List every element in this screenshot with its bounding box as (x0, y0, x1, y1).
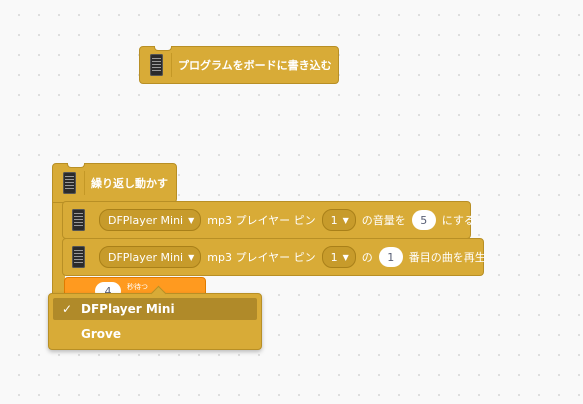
track-input[interactable]: 1 (378, 247, 403, 267)
block-notch (67, 163, 85, 168)
pin-dropdown-value: 1 (330, 213, 338, 227)
board-icon (63, 172, 76, 194)
device-dropdown-value: DFPlayer Mini (108, 213, 184, 227)
device-dropdown[interactable]: DFPlayer Mini ▼ (99, 209, 202, 231)
board-icon (150, 54, 163, 76)
device-dropdown-menu: ✓ DFPlayer Mini Grove (48, 285, 262, 350)
upload-program-label: プログラムをボードに書き込む (178, 59, 332, 72)
wait-label: 秒待つ (127, 283, 148, 291)
divider (84, 171, 85, 195)
device-dropdown[interactable]: DFPlayer Mini ▼ (99, 246, 202, 268)
mp3-volume-block[interactable]: DFPlayer Mini ▼ mp3 プレイヤー ピン 1 ▼ の音量を 5 … (62, 201, 475, 239)
divider (171, 53, 172, 77)
volume-input[interactable]: 5 (411, 210, 436, 230)
device-dropdown-value: DFPlayer Mini (108, 250, 184, 264)
mp3-pin-label: mp3 プレイヤー ピン (207, 214, 316, 227)
menu-item-grove[interactable]: Grove (53, 323, 257, 345)
volume-suffix-label: にする (441, 214, 475, 227)
upload-program-block[interactable]: プログラムをボードに書き込む (139, 46, 339, 84)
track-label: の (361, 251, 373, 264)
mp3-play-block[interactable]: DFPlayer Mini ▼ mp3 プレイヤー ピン 1 ▼ の 1 番目の… (62, 238, 486, 276)
board-icon (72, 209, 85, 231)
menu-item-dfplayer-mini[interactable]: ✓ DFPlayer Mini (53, 298, 257, 320)
volume-label: の音量を (361, 214, 406, 227)
loop-forever-label: 繰り返し動かす (91, 177, 168, 190)
menu-item-label: DFPlayer Mini (81, 302, 175, 316)
block-notch (154, 46, 172, 51)
pin-dropdown[interactable]: 1 ▼ (321, 246, 356, 268)
pin-dropdown[interactable]: 1 ▼ (321, 209, 356, 231)
caret-down-icon: ▼ (188, 215, 195, 225)
menu-item-label: Grove (81, 327, 121, 341)
pin-dropdown-value: 1 (330, 250, 338, 264)
board-icon (72, 246, 85, 268)
caret-down-icon: ▼ (342, 215, 349, 225)
mp3-pin-label: mp3 プレイヤー ピン (207, 251, 316, 264)
caret-down-icon: ▼ (342, 252, 349, 262)
caret-down-icon: ▼ (188, 252, 195, 262)
play-suffix-label: 番目の曲を再生 (408, 251, 486, 264)
loop-forever-block[interactable]: 繰り返し動かす (52, 163, 177, 203)
checkmark-icon: ✓ (61, 302, 73, 316)
